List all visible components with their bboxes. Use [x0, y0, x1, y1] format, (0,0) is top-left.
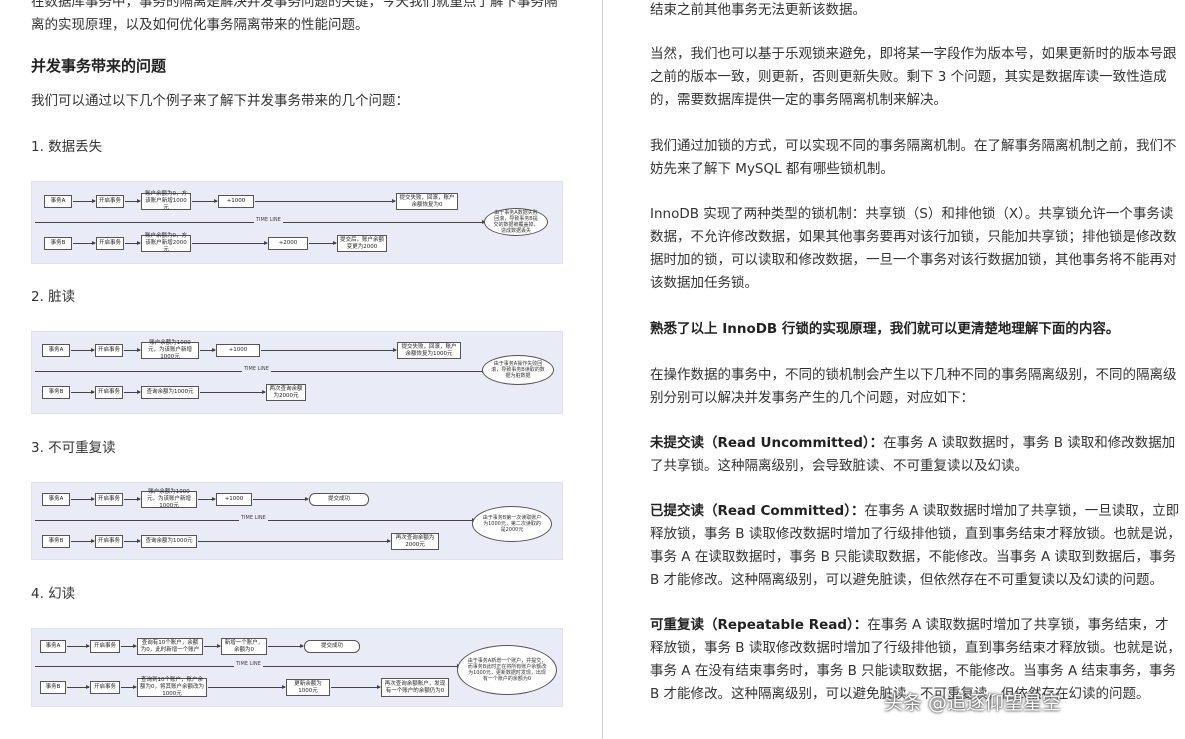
begin-txn-box: 开启事务: [90, 681, 120, 694]
note-cloud: 由于事务A操作失败回滚，导致事务B读取的数据为脏数据: [482, 355, 554, 385]
txn-b-box: 事务B: [42, 535, 70, 548]
section-intro: 我们可以通过以下几个例子来了解下并发事务带来的几个问题：: [31, 93, 409, 109]
step-box: 更新余额为1000元: [286, 679, 330, 696]
diagram-data-loss: 事务A 开启事务 账户余额为0，方该账户新增1000元 +1000 提交失败，回…: [31, 181, 563, 264]
timeline-label: TIME LINE: [234, 661, 263, 667]
left-page: 在数据库事务中，事务的隔离是解决并发事务问题的关键，今天我们就重点了解下事务隔离…: [0, 0, 602, 739]
paragraph: 结束之前其他事务无法更新该数据。: [650, 2, 866, 18]
txn-b-box: 事务B: [40, 681, 66, 694]
result-box: 提交后，账户余额变更为2000: [337, 235, 387, 252]
result-box: 两次查询余额为2000元: [266, 384, 306, 401]
item-title-4: 4. 幻读: [31, 586, 76, 602]
item-title-1: 1. 数据丢失: [31, 139, 103, 155]
step-box: 账户余额为1000元，为该账户新增1000元: [141, 340, 199, 360]
timeline-label: TIME LINE: [239, 515, 268, 521]
note-cloud: 由于事务B第一次读取账户为1000元，第二次读取的是2000元: [472, 506, 552, 542]
txn-b-box: 事务B: [44, 237, 72, 250]
result-box: 再次查询余额账户，发现有一个账户的余额仍为0: [381, 678, 449, 697]
isolation-read-uncommitted: 未提交读（Read Uncommitted）：在事务 A 读取数据时，事务 B …: [650, 435, 1176, 474]
step-box: +2000: [268, 237, 308, 250]
item-title-3: 3. 不可重复读: [31, 440, 116, 456]
timeline-label: TIME LINE: [254, 217, 283, 223]
result-box: 提交成功: [309, 493, 369, 506]
txn-a-box: 事务A: [44, 195, 72, 208]
txn-a-box: 事务A: [40, 640, 66, 653]
step-box: 新增一个账户，余额为0: [221, 638, 267, 655]
txn-b-box: 事务B: [42, 386, 70, 399]
txn-a-box: 事务A: [42, 493, 70, 506]
begin-txn-box: 开启事务: [95, 344, 123, 357]
step-box: 账户余额为1000元，为该账户新增1000元: [141, 489, 197, 509]
note-cloud: 由于事务A数据失败回滚，导致事务B提交的数据被覆盖掉，造成数据丢失: [484, 208, 548, 236]
step-box: 查询余额为1000元: [141, 386, 199, 399]
paragraph: InnoDB 实现了两种类型的锁机制：共享锁（S）和排他锁（X）。共享锁允许一个…: [650, 206, 1177, 291]
section-title: 并发事务带来的问题: [31, 57, 167, 75]
result-box: 提交失败，回滚，账户余额恢复为0: [396, 193, 458, 210]
begin-txn-box: 开启事务: [90, 640, 120, 653]
intro-paragraph: 在数据库事务中，事务的隔离是解决并发事务问题的关键，今天我们就重点了解下事务隔离…: [31, 0, 558, 33]
step-box: 账户余额为0，方该账户新增2000元: [141, 233, 191, 253]
result-box: 提交失败，回滚，账户余额恢复为1000元: [397, 342, 461, 359]
begin-txn-box: 开启事务: [96, 195, 124, 208]
paragraph: 在操作数据的事务中，不同的锁机制会产生以下几种不同的事务隔离级别，不同的隔离级别…: [650, 367, 1177, 406]
paragraph: 当然，我们也可以基于乐观锁来避免，即将某一字段作为版本号，如果更新时的版本号跟之…: [650, 46, 1177, 108]
diagram-dirty-read: 事务A 开启事务 账户余额为1000元，为该账户新增1000元 +1000 提交…: [31, 331, 563, 414]
begin-txn-box: 开启事务: [95, 493, 123, 506]
begin-txn-box: 开启事务: [95, 386, 123, 399]
isolation-read-committed: 已提交读（Read Committed）：在事务 A 读取数据时增加了共享锁，一…: [650, 503, 1181, 588]
step-box: 账户余额为0，方该账户新增1000元: [141, 191, 191, 211]
item-title-2: 2. 脏读: [31, 289, 76, 305]
step-box: +1000: [216, 344, 260, 357]
result-box: 再次查询余额为2000元: [391, 533, 439, 550]
note-cloud: 由于事务A新增一个账户，并提交，而事务B此时正在将所有账户余额改为1000元，更…: [457, 645, 557, 695]
step-box: 查询有10个账户，余额为0，此时新增一个账户: [137, 638, 203, 655]
txn-a-box: 事务A: [42, 344, 70, 357]
paragraph-bold: 熟悉了以上 InnoDB 行锁的实现原理，我们就可以更清楚地理解下面的内容。: [650, 321, 1120, 337]
timeline-label: TIME LINE: [242, 366, 271, 372]
begin-txn-box: 开启事务: [95, 535, 123, 548]
watermark: 头条 @追逐仰望星空: [884, 692, 1062, 714]
step-box: +1000: [218, 195, 254, 208]
right-page: 结束之前其他事务无法更新该数据。 当然，我们也可以基于乐观锁来避免，即将某一字段…: [603, 0, 1185, 739]
begin-txn-box: 开启事务: [96, 237, 124, 250]
step-box: +1000: [216, 493, 252, 506]
diagram-non-repeatable-read: 事务A 开启事务 账户余额为1000元，为该账户新增1000元 +1000 提交…: [31, 482, 563, 560]
paragraph: 我们通过加锁的方式，可以实现不同的事务隔离机制。在了解事务隔离机制之前，我们不妨…: [650, 138, 1177, 177]
result-box: 提交成功: [304, 640, 360, 653]
step-box: 查询到10个账户，账户余额为0，将其账户余额改为1000元: [137, 677, 207, 697]
step-box: 查询余额为1000元: [141, 535, 197, 548]
diagram-phantom-read: 事务A 开启事务 查询有10个账户，余额为0，此时新增一个账户 新增一个账户，余…: [31, 628, 563, 707]
